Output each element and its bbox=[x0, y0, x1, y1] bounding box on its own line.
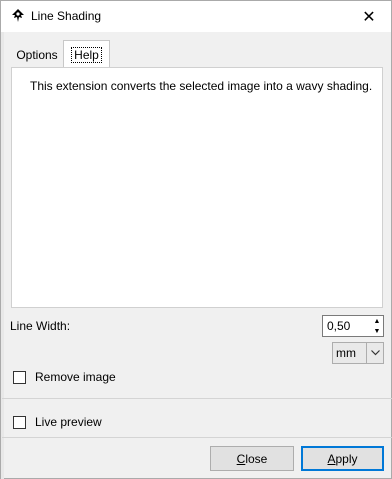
line-width-spinner[interactable]: 0,50 ▲ ▼ bbox=[322, 315, 384, 337]
close-window-icon[interactable]: ✕ bbox=[347, 1, 391, 32]
window-title: Line Shading bbox=[31, 9, 102, 23]
live-preview-checkbox[interactable] bbox=[13, 415, 26, 429]
divider bbox=[2, 437, 392, 438]
live-preview-option[interactable]: Live preview bbox=[13, 415, 102, 429]
tab-options[interactable]: Options bbox=[11, 42, 63, 68]
tab-help-label: Help bbox=[71, 46, 102, 63]
unit-select[interactable]: mm bbox=[332, 342, 384, 364]
divider bbox=[2, 398, 392, 399]
inkscape-app-icon bbox=[10, 8, 26, 24]
close-button[interactable]: Close bbox=[210, 446, 294, 471]
remove-image-checkbox[interactable] bbox=[13, 370, 26, 384]
tab-help[interactable]: Help bbox=[63, 40, 110, 68]
help-description: This extension converts the selected ima… bbox=[30, 79, 373, 93]
line-shading-dialog: Line Shading ✕ Options Help This extensi… bbox=[0, 0, 392, 479]
left-edge bbox=[1, 32, 4, 479]
help-panel: This extension converts the selected ima… bbox=[11, 67, 383, 308]
apply-label-rest: pply bbox=[335, 451, 358, 466]
spin-down-icon[interactable]: ▼ bbox=[371, 326, 383, 336]
tab-options-label: Options bbox=[16, 48, 58, 62]
line-width-label: Line Width: bbox=[10, 319, 71, 333]
spinner-buttons: ▲ ▼ bbox=[371, 316, 383, 336]
live-preview-label[interactable]: Live preview bbox=[35, 415, 102, 429]
close-label-rest: lose bbox=[245, 451, 268, 466]
chevron-down-icon[interactable] bbox=[366, 343, 383, 363]
apply-button[interactable]: Apply bbox=[301, 446, 384, 471]
apply-mnemonic: A bbox=[327, 451, 336, 466]
spin-up-icon[interactable]: ▲ bbox=[371, 316, 383, 326]
close-mnemonic: C bbox=[236, 451, 246, 466]
line-width-value[interactable]: 0,50 bbox=[327, 319, 350, 333]
unit-value: mm bbox=[336, 346, 356, 360]
remove-image-label[interactable]: Remove image bbox=[35, 370, 116, 384]
remove-image-option[interactable]: Remove image bbox=[13, 370, 116, 384]
title-bar: Line Shading ✕ bbox=[1, 1, 391, 32]
